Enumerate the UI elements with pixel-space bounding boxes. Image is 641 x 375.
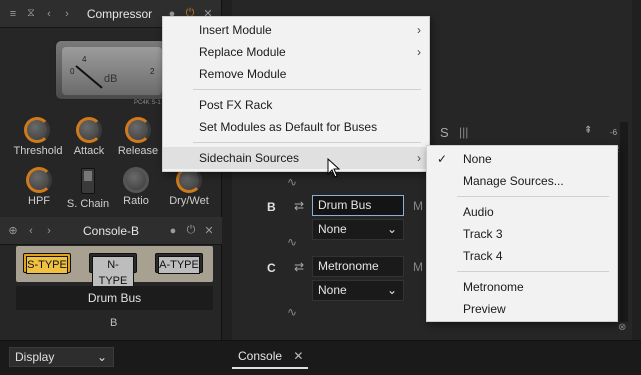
route-icon-b[interactable]: ⇄: [294, 199, 304, 213]
n-type-button[interactable]: N-TYPE: [89, 253, 137, 290]
meter-needle: [75, 65, 103, 89]
console-b-title: Console-B: [82, 223, 140, 238]
sidechain-toggle[interactable]: [81, 168, 95, 194]
row-c-name-field[interactable]: Metronome: [312, 256, 404, 277]
chevron-down-icon-3: ⌄: [96, 350, 107, 364]
close-tab-icon[interactable]: ✕: [293, 349, 303, 363]
ratio-knob[interactable]: [123, 167, 149, 193]
compressor-title: Compressor: [86, 6, 153, 21]
app-window: ≡ ⧖ ‹ › Compressor ● ⏻ ✕ 0 4 2 dB PC4K S…: [0, 0, 641, 375]
chevron-right-icon: ›: [417, 45, 421, 59]
vertical-scrollbar[interactable]: [620, 122, 628, 322]
close-icon-2[interactable]: ✕: [202, 224, 216, 237]
menu-replace-module[interactable]: Replace Module ›: [163, 41, 429, 63]
curve-icon-c: ∿: [287, 305, 298, 319]
console-tab[interactable]: Console ✕: [232, 345, 308, 369]
prev-module-button-2[interactable]: ‹: [24, 225, 38, 237]
release-knob[interactable]: [125, 117, 151, 143]
menu-post-fx-rack[interactable]: Post FX Rack: [163, 94, 429, 116]
menu-sidechain-sources[interactable]: Sidechain Sources ›: [163, 147, 429, 169]
globe-icon: ⊕: [8, 225, 18, 237]
chevron-down-icon: ⌄: [386, 222, 397, 236]
bypass-dot-icon-2[interactable]: ●: [166, 225, 180, 237]
attack-knob[interactable]: [76, 117, 102, 143]
curve-icon-b: ∿: [287, 235, 298, 249]
meter-scale-2: 2: [150, 67, 155, 76]
collapse-icon[interactable]: ⇞: [584, 125, 592, 136]
solo-header: S: [440, 125, 449, 140]
submenu-separator: [457, 196, 609, 197]
prev-module-button[interactable]: ‹: [42, 8, 56, 20]
menu-remove-module[interactable]: Remove Module: [163, 63, 429, 85]
console-b-header: ⊕ ‹ › Console-B ● ⏻ ✕: [0, 217, 222, 245]
row-c-m-label: M: [413, 260, 423, 274]
s-type-button[interactable]: S-TYPE: [23, 253, 71, 274]
sidechain-submenu: ✓ None Manage Sources... Audio Track 3 Tr…: [426, 145, 618, 322]
curve-icon-top: ∿: [287, 175, 298, 189]
submenu-track-3[interactable]: Track 3: [427, 223, 617, 245]
row-b-m-label: M: [413, 199, 423, 213]
bus-name-display: Drum Bus: [16, 286, 213, 310]
meter-scale-4: 4: [82, 55, 87, 64]
menu-separator: [193, 89, 421, 90]
release-label: Release: [117, 145, 159, 157]
channel-label: B: [110, 317, 118, 329]
submenu-audio[interactable]: Audio: [427, 201, 617, 223]
menu-separator: [193, 142, 421, 143]
next-module-button[interactable]: ›: [60, 8, 74, 20]
a-type-button[interactable]: A-TYPE: [155, 253, 203, 274]
drag-handle-icon[interactable]: ≡: [6, 8, 20, 20]
meter-scale-minus6: -6: [610, 128, 618, 137]
submenu-metronome[interactable]: Metronome: [427, 276, 617, 298]
row-b-name-field[interactable]: Drum Bus: [312, 195, 404, 216]
ratio-label: Ratio: [123, 195, 149, 207]
row-b-source-select[interactable]: None ⌄: [312, 219, 404, 240]
chevron-right-icon: ›: [417, 23, 421, 37]
row-c-source-select[interactable]: None ⌄: [312, 280, 404, 301]
submenu-separator: [457, 271, 609, 272]
close-icon-3[interactable]: ⊗: [618, 322, 626, 333]
meter-unit: dB: [104, 73, 118, 85]
submenu-manage-sources[interactable]: Manage Sources...: [427, 170, 617, 192]
submenu-preview[interactable]: Preview: [427, 298, 617, 320]
chevron-right-icon: ›: [417, 151, 421, 165]
submenu-none[interactable]: ✓ None: [427, 148, 617, 170]
context-menu: Insert Module › Replace Module › Remove Mo…: [162, 16, 430, 172]
route-icon-c[interactable]: ⇄: [294, 260, 304, 274]
submenu-track-4[interactable]: Track 4: [427, 245, 617, 267]
display-select[interactable]: Display ⌄: [9, 347, 114, 367]
hpf-knob[interactable]: [26, 167, 52, 193]
chevron-down-icon-2: ⌄: [386, 283, 397, 297]
row-c-letter: C: [267, 261, 276, 275]
model-label: PC4K S-1: [134, 100, 161, 106]
menu-set-default[interactable]: Set Modules as Default for Buses: [163, 116, 429, 138]
check-icon: ✓: [437, 152, 448, 166]
menu-insert-module[interactable]: Insert Module ›: [163, 19, 429, 41]
meter-scale-0: 0: [70, 67, 75, 76]
row-b-letter: B: [267, 200, 276, 214]
gain-reduction-meter: 0 4 2 dB: [55, 40, 167, 100]
mouse-cursor: [327, 157, 341, 181]
threshold-knob[interactable]: [24, 117, 50, 143]
drywet-label: Dry/Wet: [169, 195, 209, 207]
module-icon: ⧖: [27, 7, 35, 19]
next-module-button-2[interactable]: ›: [42, 225, 56, 237]
waveform-icon: |||: [459, 125, 469, 139]
power-icon-2[interactable]: ⏻: [184, 224, 198, 237]
